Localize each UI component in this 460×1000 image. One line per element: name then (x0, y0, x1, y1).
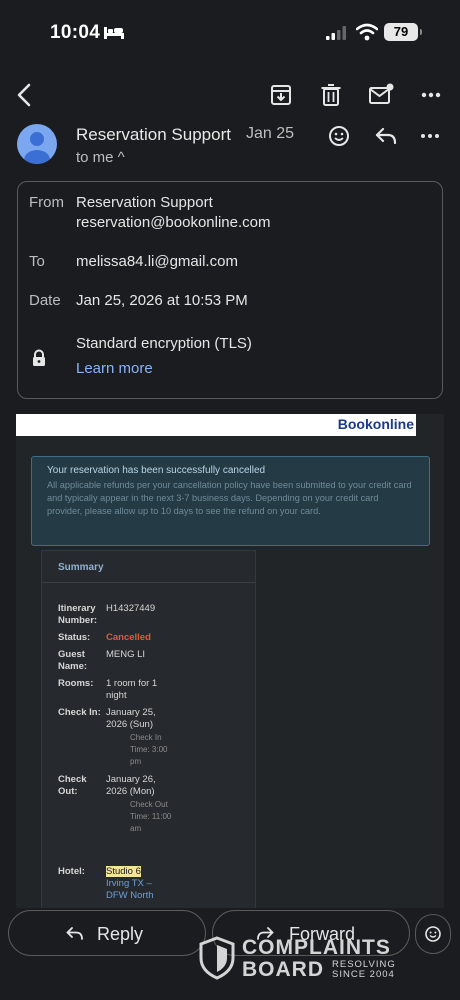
hotel-name[interactable]: Studio 6 (106, 866, 141, 877)
reply-icon (66, 927, 83, 940)
rooms-value: 1 room for 1 night (106, 678, 158, 701)
summary-header: Summary (42, 551, 255, 583)
signal-icon (326, 26, 346, 40)
notice-text: All applicable refunds per your cancella… (47, 480, 412, 516)
hotel-label: Hotel: (58, 866, 85, 877)
more-vert-icon[interactable] (416, 80, 446, 110)
recipient-summary[interactable]: to me ^ (76, 149, 125, 166)
trash-icon[interactable] (316, 80, 346, 110)
notice-title: Your reservation has been successfully c… (47, 465, 266, 476)
wifi-icon (356, 23, 378, 41)
checkout-time: Check Out Time: 11:00 am (130, 800, 172, 833)
watermark-line1: COMPLAINTS (242, 936, 391, 959)
status-value: Cancelled (106, 632, 151, 643)
avatar-icon (24, 132, 50, 164)
reply-button[interactable]: Reply (8, 910, 206, 956)
more-vert-icon[interactable] (416, 122, 444, 150)
emoji-icon (425, 926, 441, 942)
itinerary-value: H14327449 (106, 603, 156, 614)
checkout-label: Check Out: (58, 774, 87, 797)
date-label: Date (29, 292, 61, 309)
watermark-line3: RESOLVING SINCE 2004 (332, 959, 396, 980)
emoji-icon[interactable] (325, 122, 353, 150)
status-bar: 10:04 79 (0, 0, 460, 68)
to-email[interactable]: melissa84.li@gmail.com (76, 253, 238, 270)
watermark: COMPLAINTS BOARD RESOLVING SINCE 2004 (198, 936, 418, 982)
guest-value: MENG LI (106, 649, 146, 660)
lock-icon (33, 349, 45, 366)
rooms-label: Rooms: (58, 678, 94, 689)
hotel-details: Studio 6 Irving TX – DFW North (106, 866, 170, 902)
encryption-text: Standard encryption (TLS) (76, 335, 252, 352)
cancellation-notice: Your reservation has been successfully c… (31, 456, 430, 546)
checkin-label: Check In: (58, 707, 101, 718)
archive-icon[interactable] (266, 80, 296, 110)
to-label: To (29, 253, 45, 270)
email-body: Bookonline Your reservation has been suc… (16, 414, 444, 914)
from-email[interactable]: reservation@bookonline.com (76, 214, 271, 231)
emoji-react-button[interactable] (415, 914, 451, 954)
brand-strip: Bookonline (16, 414, 416, 436)
reply-label: Reply (97, 924, 144, 944)
from-name: Reservation Support (76, 194, 213, 211)
avatar[interactable] (17, 124, 57, 164)
checkin-time: Check In Time: 3:00 pm (130, 733, 168, 766)
message-date: Jan 25 (246, 125, 295, 142)
status-label: Status: (58, 632, 91, 643)
summary-title: Summary (58, 562, 104, 573)
reply-icon[interactable] (372, 122, 400, 150)
shield-logo-icon (199, 936, 235, 980)
hotel-location[interactable]: Irving TX – DFW North (106, 878, 154, 901)
message-details-card: From Reservation Support reservation@boo… (17, 181, 443, 399)
status-time: 10:04 (50, 22, 101, 43)
message-toolbar (0, 68, 460, 124)
battery-icon: 79 (384, 23, 422, 41)
itinerary-label: Itinerary Number: (58, 603, 98, 626)
summary-card: Summary Itinerary Number: H14327449 Stat… (41, 550, 256, 914)
watermark-line2: BOARD (242, 958, 324, 981)
sender-name[interactable]: Reservation Support (76, 125, 231, 145)
back-arrow-icon[interactable] (10, 80, 40, 110)
learn-more-link[interactable]: Learn more (76, 360, 153, 377)
message-header: Reservation Support Jan 25 to me ^ (0, 118, 460, 178)
mark-unread-icon[interactable] (366, 80, 396, 110)
guest-label: Guest Name: (58, 649, 88, 672)
brand-logo[interactable]: Bookonline (338, 416, 414, 432)
checkin-value: January 25, 2026 (Sun) (106, 707, 156, 730)
bed-icon (104, 27, 124, 39)
date-value: Jan 25, 2026 at 10:53 PM (76, 292, 248, 309)
checkout-value: January 26, 2026 (Mon) (106, 774, 156, 797)
from-label: From (29, 194, 64, 211)
